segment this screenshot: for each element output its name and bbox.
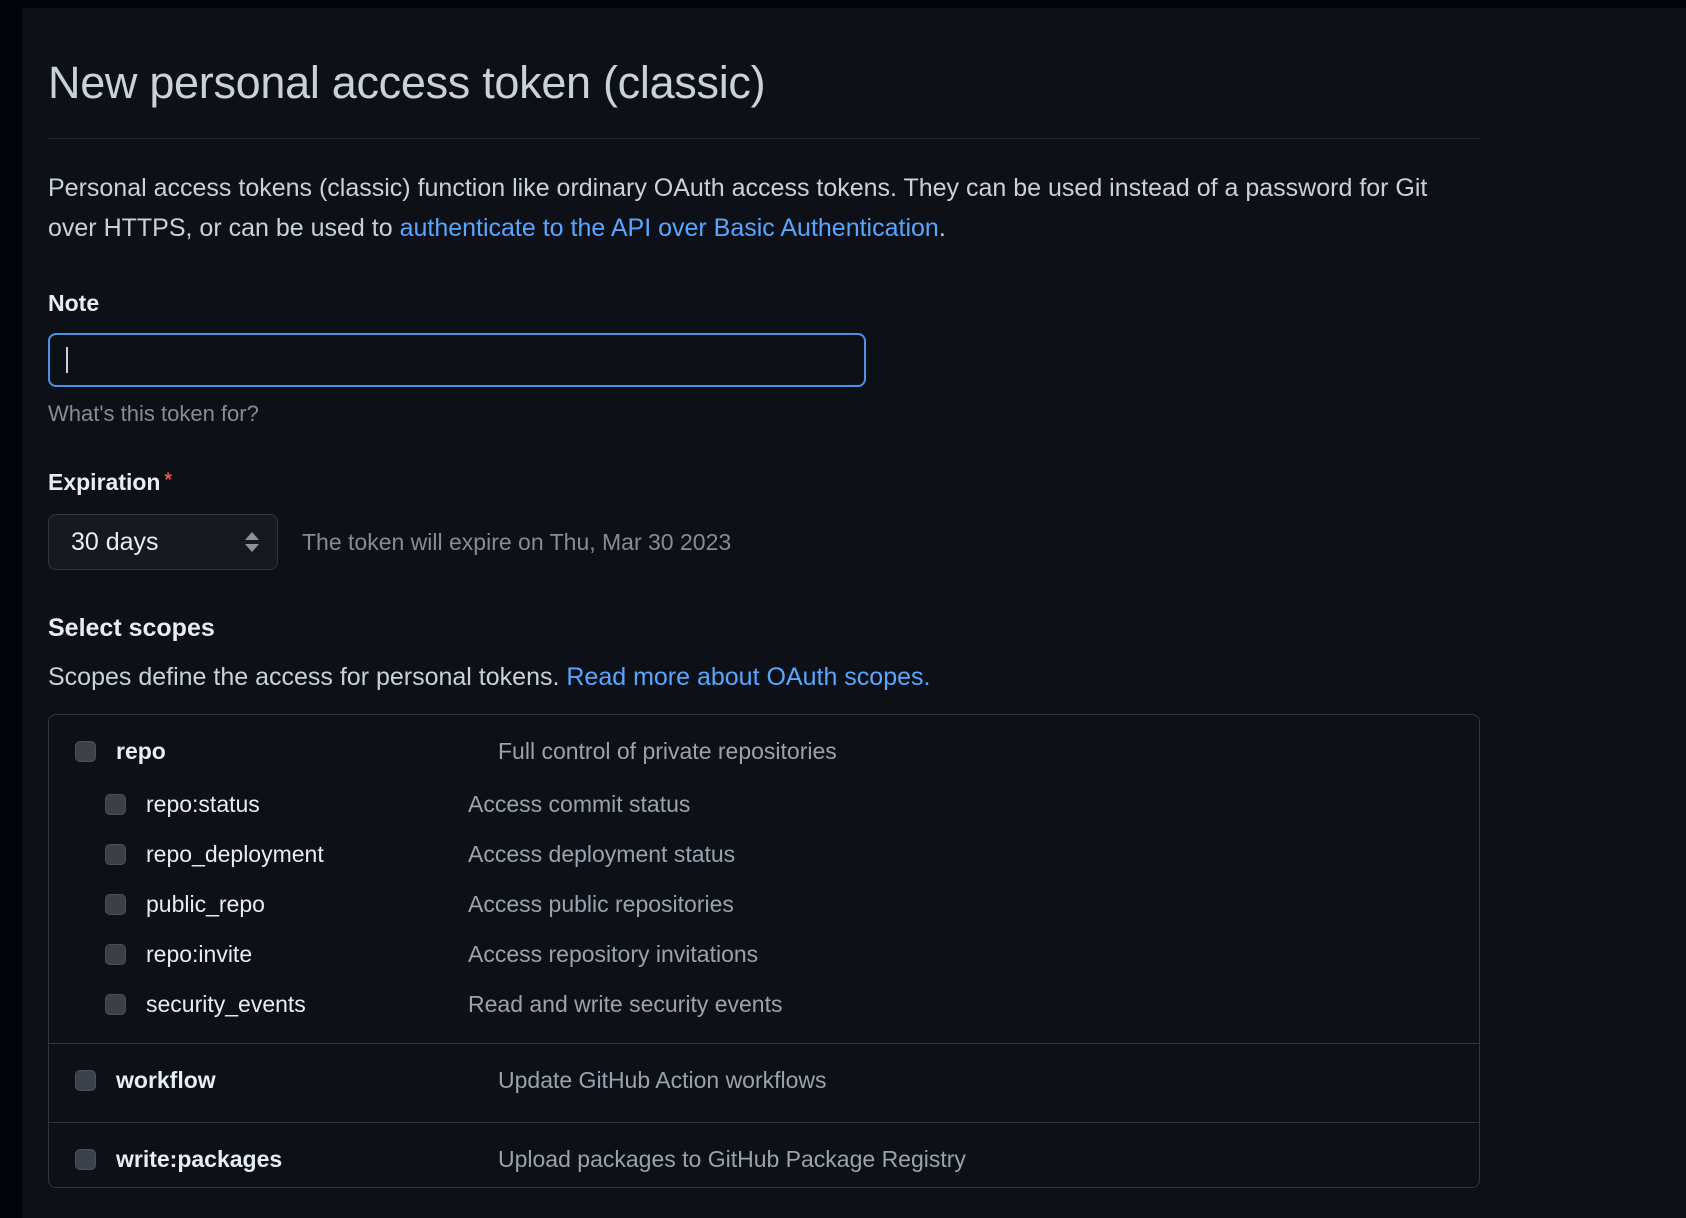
expiration-selected-value: 30 days — [71, 527, 159, 556]
scope-row[interactable]: workflow Update GitHub Action workflows — [49, 1052, 1479, 1108]
scope-name: security_events — [146, 990, 306, 1017]
scope-name: repo:status — [146, 790, 260, 817]
note-input[interactable] — [48, 333, 866, 387]
select-scopes-heading: Select scopes — [48, 614, 215, 642]
scope-description: Access public repositories — [468, 890, 734, 917]
scope-group-workflow: workflow Update GitHub Action workflows — [49, 1052, 1479, 1122]
checkbox-icon[interactable] — [75, 1069, 96, 1091]
page-title: New personal access token (classic) — [48, 57, 766, 108]
checkbox-icon[interactable] — [105, 893, 126, 915]
scope-row[interactable]: write:packages Upload packages to GitHub… — [49, 1131, 1479, 1187]
scope-description: Read and write security events — [468, 990, 783, 1017]
scope-description: Access deployment status — [468, 840, 736, 867]
checkbox-icon[interactable] — [105, 793, 126, 815]
expiration-date-note: The token will expire on Thu, Mar 30 202… — [302, 528, 732, 555]
scope-group-divider — [49, 1043, 1479, 1044]
checkbox-icon[interactable] — [105, 843, 126, 865]
checkbox-icon[interactable] — [105, 943, 126, 965]
scope-row[interactable]: repo Full control of private repositorie… — [49, 723, 1479, 779]
scopes-list: repo Full control of private repositorie… — [48, 714, 1480, 1188]
basic-auth-api-link[interactable]: authenticate to the API over Basic Authe… — [400, 214, 939, 242]
checkbox-icon[interactable] — [75, 740, 96, 762]
title-divider — [48, 138, 1480, 139]
scope-group-divider — [49, 1122, 1479, 1123]
scope-description: Access repository invitations — [468, 940, 759, 967]
note-label: Note — [48, 290, 100, 316]
scope-name: public_repo — [146, 890, 265, 917]
scope-row[interactable]: repo_deployment Access deployment status — [49, 829, 1479, 879]
scope-name: write:packages — [116, 1145, 283, 1172]
scope-row[interactable]: repo:status Access commit status — [49, 779, 1479, 829]
scope-row[interactable]: repo:invite Access repository invitation… — [49, 929, 1479, 979]
scope-name: repo:invite — [146, 940, 253, 967]
token-creation-page: New personal access token (classic) Pers… — [0, 0, 1686, 1218]
chevron-updown-icon — [245, 532, 259, 552]
checkbox-icon[interactable] — [105, 993, 126, 1015]
expiration-select[interactable]: 30 days — [48, 514, 278, 570]
scopes-description-text: Scopes define the access for personal to… — [48, 663, 567, 691]
page-content: New personal access token (classic) Pers… — [48, 8, 1538, 1188]
checkbox-icon[interactable] — [75, 1148, 96, 1170]
expiration-row: 30 days The token will expire on Thu, Ma… — [48, 514, 1538, 570]
scope-description: Update GitHub Action workflows — [498, 1066, 827, 1093]
text-caret — [66, 347, 68, 373]
scope-description: Upload packages to GitHub Package Regist… — [498, 1145, 966, 1172]
scope-row[interactable]: public_repo Access public repositories — [49, 879, 1479, 929]
scope-group-repo: repo Full control of private repositorie… — [49, 723, 1479, 1043]
scope-group-write-packages: write:packages Upload packages to GitHub… — [49, 1131, 1479, 1187]
page-description: Personal access tokens (classic) functio… — [48, 169, 1468, 248]
scope-name: workflow — [116, 1066, 216, 1093]
scope-description: Access commit status — [468, 790, 691, 817]
oauth-scopes-link[interactable]: Read more about OAuth scopes. — [566, 663, 930, 691]
scopes-description: Scopes define the access for personal to… — [48, 663, 1538, 692]
scope-row[interactable]: security_events Read and write security … — [49, 979, 1479, 1029]
top-edge-strip — [0, 0, 1686, 8]
description-text-after: . — [938, 213, 946, 242]
expiration-label: Expiration * — [48, 469, 1538, 496]
scope-name: repo_deployment — [146, 840, 324, 867]
left-gutter — [0, 0, 22, 1218]
expiration-label-text: Expiration — [48, 469, 161, 495]
required-asterisk: * — [164, 470, 172, 491]
scope-name: repo — [116, 737, 166, 764]
note-hint: What's this token for? — [48, 401, 259, 426]
scope-description: Full control of private repositories — [498, 737, 837, 764]
